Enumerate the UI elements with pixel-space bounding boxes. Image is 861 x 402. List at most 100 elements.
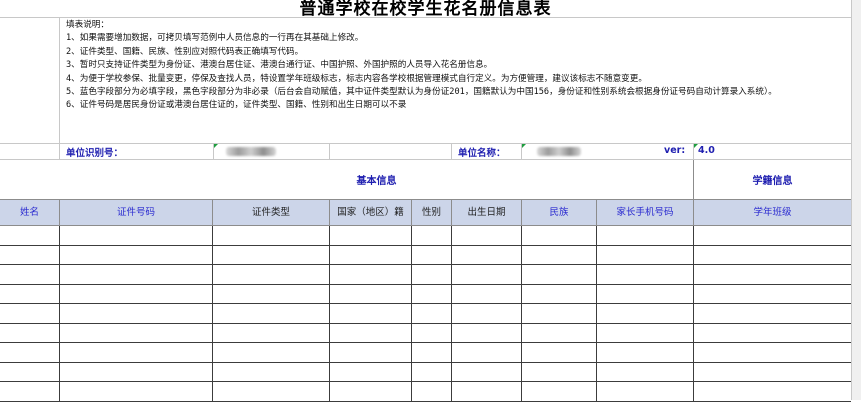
table-cell[interactable] [522,284,597,304]
table-cell[interactable] [694,246,851,266]
table-cell[interactable] [694,265,851,285]
col-header-gender[interactable]: 性别 [412,200,452,225]
col-header-name[interactable]: 姓名 [0,200,60,225]
table-cell[interactable] [694,382,851,402]
note-line: 填表说明： [66,20,109,30]
table-cell[interactable] [0,362,60,382]
table-cell[interactable] [213,382,330,402]
table-cell[interactable] [60,343,213,363]
table-cell[interactable] [330,343,412,363]
group-school-info: 学籍信息 [752,176,793,187]
table-cell[interactable] [597,382,694,402]
table-cell[interactable] [412,226,452,246]
table-cell[interactable] [597,343,694,363]
table-cell[interactable] [522,245,597,265]
table-cell[interactable] [452,226,522,246]
note-line: 4、为便于学校参保、批量变更，停保及查找人员，特设置学年班级标志，标志内容各学校… [66,73,647,84]
table-cell[interactable] [213,304,330,324]
table-cell[interactable] [0,226,60,246]
table-cell[interactable] [452,304,522,324]
table-cell[interactable] [330,265,412,285]
table-cell[interactable] [330,245,412,265]
table-row [0,382,851,402]
table-cell[interactable] [0,284,60,304]
col-header-parent-phone[interactable]: 家长手机号码 [597,200,694,225]
table-cell[interactable] [330,323,412,343]
table-cell[interactable] [412,382,452,402]
table-cell[interactable] [213,362,330,382]
table-cell[interactable] [213,265,330,285]
table-cell[interactable] [60,323,213,343]
table-cell[interactable] [694,343,851,363]
table-cell[interactable] [412,245,452,265]
table-cell[interactable] [60,265,213,285]
table-cell[interactable] [0,343,60,363]
table-cell[interactable] [694,304,851,324]
table-cell[interactable] [0,304,60,324]
table-cell[interactable] [522,343,597,363]
table-cell[interactable] [330,304,412,324]
table-cell[interactable] [452,323,522,343]
table-cell[interactable] [522,304,597,324]
table-cell[interactable] [412,343,452,363]
table-cell[interactable] [452,343,522,363]
table-cell[interactable] [0,265,60,285]
col-header-ethnicity[interactable]: 民族 [522,200,597,225]
table-cell[interactable] [694,324,851,344]
table-cell[interactable] [452,265,522,285]
table-cell[interactable] [60,226,213,246]
table-cell[interactable] [330,382,412,402]
table-cell[interactable] [522,382,597,402]
table-cell[interactable] [597,362,694,382]
table-cell[interactable] [60,362,213,382]
table-cell[interactable] [412,284,452,304]
table-cell[interactable] [213,323,330,343]
table-cell[interactable] [0,245,60,265]
table-cell[interactable] [522,265,597,285]
table-cell[interactable] [694,226,851,246]
table-cell[interactable] [0,323,60,343]
table-cell[interactable] [452,382,522,402]
table-cell[interactable] [60,245,213,265]
table-cell[interactable] [330,362,412,382]
col-header-nationality[interactable]: 国家（地区）籍 [330,200,412,225]
table-cell[interactable] [412,304,452,324]
table-cell[interactable] [0,382,60,402]
table-cell[interactable] [412,265,452,285]
table-cell[interactable] [694,363,851,383]
table-cell[interactable] [522,226,597,246]
col-header-birth-date[interactable]: 出生日期 [452,200,522,225]
col-header-id-type[interactable]: 证件类型 [213,200,330,225]
table-cell[interactable] [213,226,330,246]
table-cell[interactable] [213,284,330,304]
table-cell[interactable] [452,284,522,304]
table-cell[interactable] [597,265,694,285]
unit-id-value-redacted[interactable] [226,147,276,156]
table-cell[interactable] [412,362,452,382]
table-cell[interactable] [412,323,452,343]
cell-border [213,144,214,159]
col-header-id-number[interactable]: 证件号码 [60,200,213,225]
table-cell[interactable] [597,304,694,324]
col-header-class[interactable]: 学年班级 [694,200,851,225]
table-cell[interactable] [213,245,330,265]
table-cell[interactable] [597,226,694,246]
version-value[interactable]: 4.0 [698,145,715,156]
table-cell[interactable] [60,284,213,304]
table-cell[interactable] [60,304,213,324]
table-cell[interactable] [452,362,522,382]
cell-border [59,144,60,159]
table-cell[interactable] [522,362,597,382]
table-cell[interactable] [522,323,597,343]
table-cell[interactable] [597,323,694,343]
table-cell[interactable] [452,245,522,265]
table-cell[interactable] [60,382,213,402]
table-cell[interactable] [213,343,330,363]
table-cell[interactable] [330,226,412,246]
table-cell[interactable] [597,284,694,304]
table-cell[interactable] [330,284,412,304]
unit-name-value-redacted[interactable] [537,147,581,156]
table-cell[interactable] [597,245,694,265]
instructions-text[interactable]: 填表说明： 1、如果需要增加数据，可拷贝填写范例中人员信息的一行再在其基础上修改… [66,19,846,113]
table-cell[interactable] [694,285,851,305]
